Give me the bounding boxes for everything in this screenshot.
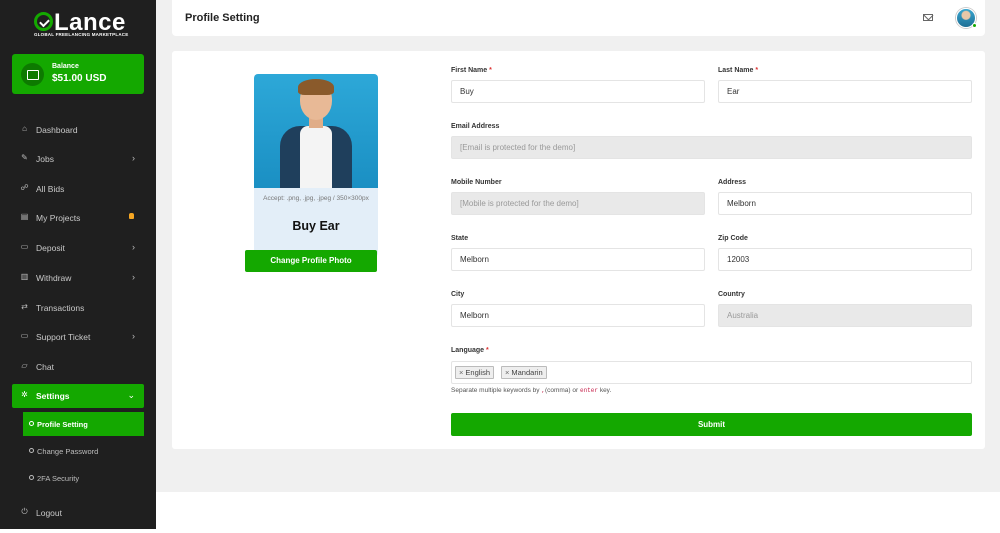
language-help-text: Separate multiple keywords by ,(comma) o… xyxy=(451,387,612,394)
sidebar-item-label: Jobs xyxy=(36,154,54,164)
wallet-icon: ▭ xyxy=(20,242,29,251)
pencil-icon: ✎ xyxy=(21,153,28,162)
home-icon: ⌂ xyxy=(22,124,27,133)
sidebar-item-all-bids[interactable]: ☍ All Bids xyxy=(12,177,144,201)
balance-card: Balance $51.00 USD xyxy=(12,54,144,94)
sidebar-item-my-projects[interactable]: ▤ My Projects xyxy=(12,206,144,230)
tag-remove-icon[interactable]: × xyxy=(459,368,463,377)
submit-button[interactable]: Submit xyxy=(451,413,972,436)
chevron-right-icon: › xyxy=(132,153,135,163)
sidebar-item-label: My Projects xyxy=(36,213,81,223)
sidebar-item-label: Settings xyxy=(36,391,70,401)
zip-code-field[interactable]: 12003 xyxy=(718,248,972,271)
address-label: Address xyxy=(718,179,747,186)
chevron-right-icon: › xyxy=(132,272,135,282)
wallet-icon xyxy=(21,63,44,86)
sidebar-item-dashboard[interactable]: ⌂ Dashboard xyxy=(12,118,144,142)
sidebar-item-logout[interactable]: ⏻ Logout xyxy=(12,501,144,525)
address-field[interactable]: Melborn xyxy=(718,192,972,215)
last-name-label: Last Name * xyxy=(718,67,759,74)
users-icon: ☍ xyxy=(20,183,29,192)
profile-photo[interactable] xyxy=(254,74,378,188)
sidebar-subitem-change-password[interactable]: Change Password xyxy=(23,439,144,463)
main-content: Profile Setting Accept: .png, .jpg, .jpe… xyxy=(156,0,1000,492)
sidebar-subitem-label: Profile Setting xyxy=(37,420,88,429)
state-label: State xyxy=(451,235,469,242)
city-field[interactable]: Melborn xyxy=(451,304,705,327)
page-title: Profile Setting xyxy=(185,12,260,24)
mobile-field: [Mobile is protected for the demo] xyxy=(451,192,705,215)
balance-amount: $51.00 USD xyxy=(52,73,107,84)
country-label: Country xyxy=(718,291,745,298)
circle-icon xyxy=(29,421,34,426)
photo-accept-hint: Accept: .png, .jpg, .jpeg / 350×300px xyxy=(263,195,369,202)
bank-icon: ▥ xyxy=(20,272,29,281)
language-tags-input[interactable]: × English × Mandarin xyxy=(451,361,972,384)
mobile-label: Mobile Number xyxy=(451,179,502,186)
tag-remove-icon[interactable]: × xyxy=(505,368,509,377)
sidebar-item-label: Withdraw xyxy=(36,273,72,283)
chevron-right-icon: › xyxy=(132,242,135,252)
sidebar-item-label: Support Ticket xyxy=(36,332,91,342)
online-status-dot xyxy=(972,23,977,28)
bell-icon xyxy=(129,213,134,219)
gear-icon: ✲ xyxy=(21,390,28,399)
sidebar-item-label: All Bids xyxy=(36,184,65,194)
sidebar-item-chat[interactable]: ▱ Chat xyxy=(12,355,144,379)
sidebar-item-label: Transactions xyxy=(36,303,85,313)
sidebar: Lance GLOBAL FREELANCING MARKETPLACE Bal… xyxy=(0,0,156,529)
sidebar-item-label: Chat xyxy=(36,362,54,372)
logo-mark-icon xyxy=(34,12,53,31)
sidebar-item-label: Logout xyxy=(36,508,62,518)
logo[interactable]: Lance GLOBAL FREELANCING MARKETPLACE xyxy=(32,9,132,40)
email-label: Email Address xyxy=(451,123,500,130)
language-tag: × English xyxy=(455,366,494,379)
mail-icon[interactable] xyxy=(923,14,933,21)
sidebar-item-transactions[interactable]: ⇄ Transactions xyxy=(12,296,144,320)
city-label: City xyxy=(451,291,465,298)
first-name-field[interactable]: Buy xyxy=(451,80,705,103)
country-field: Australia xyxy=(718,304,972,327)
change-profile-photo-button[interactable]: Change Profile Photo xyxy=(245,250,377,272)
balance-label: Balance xyxy=(52,63,79,70)
sidebar-subitem-label: Change Password xyxy=(37,447,99,456)
top-bar: Profile Setting xyxy=(172,0,985,36)
zip-code-label: Zip Code xyxy=(718,235,748,242)
email-field: [Email is protected for the demo] xyxy=(451,136,972,159)
ticket-icon: ▭ xyxy=(20,331,29,340)
sidebar-subitem-2fa-security[interactable]: 2FA Security xyxy=(23,466,144,490)
sidebar-item-label: Dashboard xyxy=(36,125,78,135)
chevron-down-icon: ⌄ xyxy=(127,390,135,400)
chevron-right-icon: › xyxy=(132,331,135,341)
last-name-field[interactable]: Ear xyxy=(718,80,972,103)
sidebar-item-settings[interactable]: ✲ Settings ⌄ xyxy=(12,384,144,408)
briefcase-icon: ▤ xyxy=(20,212,29,221)
sidebar-item-jobs[interactable]: ✎ Jobs › xyxy=(12,147,144,171)
circle-icon xyxy=(29,448,34,453)
first-name-label: First Name * xyxy=(451,67,492,74)
language-tag: × Mandarin xyxy=(501,366,547,379)
logout-icon: ⏻ xyxy=(21,507,28,516)
language-label: Language * xyxy=(451,347,489,354)
circle-icon xyxy=(29,475,34,480)
sidebar-item-deposit[interactable]: ▭ Deposit › xyxy=(12,236,144,260)
logo-tagline: GLOBAL FREELANCING MARKETPLACE xyxy=(34,32,129,37)
sidebar-subitem-profile-setting[interactable]: Profile Setting xyxy=(23,412,144,436)
exchange-icon: ⇄ xyxy=(21,302,28,311)
sidebar-subitem-label: 2FA Security xyxy=(37,474,80,483)
profile-name: Buy Ear xyxy=(292,219,340,233)
sidebar-item-support-ticket[interactable]: ▭ Support Ticket › xyxy=(12,325,144,349)
profile-card: Accept: .png, .jpg, .jpeg / 350×300px Bu… xyxy=(254,74,378,257)
state-field[interactable]: Melborn xyxy=(451,248,705,271)
sidebar-item-withdraw[interactable]: ▥ Withdraw › xyxy=(12,266,144,290)
sidebar-item-label: Deposit xyxy=(36,243,65,253)
chat-icon: ▱ xyxy=(21,361,28,370)
profile-panel: Accept: .png, .jpg, .jpeg / 350×300px Bu… xyxy=(172,51,985,449)
